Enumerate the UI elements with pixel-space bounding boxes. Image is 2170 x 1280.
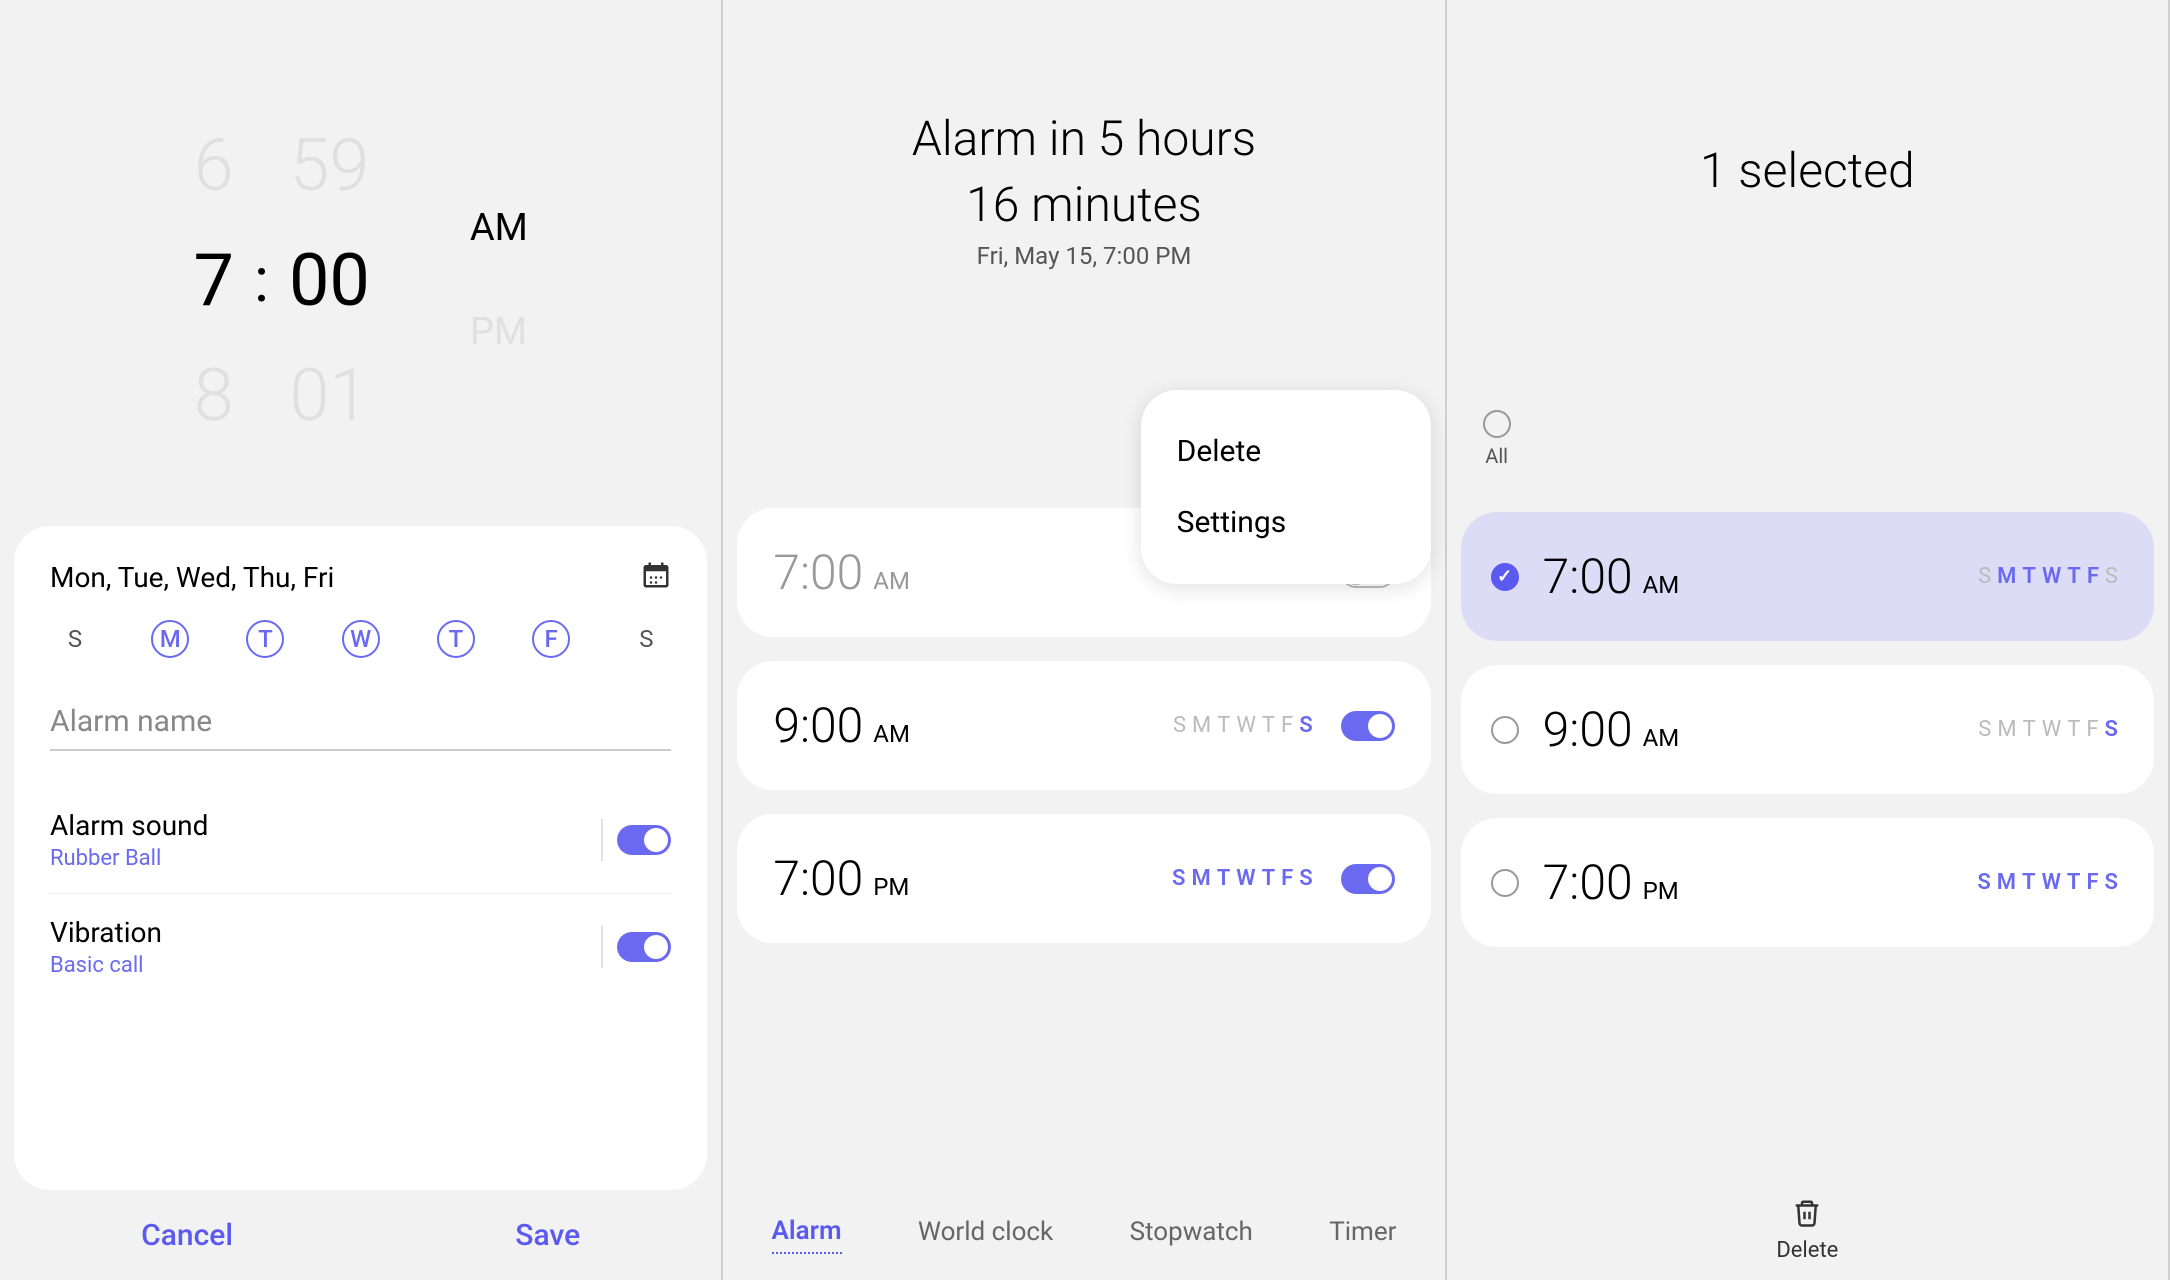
tab-alarm[interactable]: Alarm bbox=[772, 1216, 842, 1254]
alarm-settings-card: Mon, Tue, Wed, Thu, Fri S M T W T F S Alarm so… bbox=[14, 526, 707, 1190]
alarm-header: Alarm in 5 hours 16 minutes Fri, May 15,… bbox=[723, 0, 1444, 380]
alarm-days: SMTWTFS bbox=[1977, 870, 2124, 895]
hour-wheel[interactable]: 6 7 8 bbox=[193, 123, 233, 438]
alarm-toggle[interactable] bbox=[1341, 864, 1395, 894]
alarm-time: 9:00AM bbox=[1543, 701, 1680, 758]
alarm-item[interactable]: 9:00AM SMTWTFS bbox=[737, 661, 1430, 790]
pm-option[interactable]: PM bbox=[470, 310, 528, 354]
day-toggle-1[interactable]: M bbox=[151, 620, 189, 658]
hour-next[interactable]: 8 bbox=[194, 353, 234, 438]
alarm-checkbox[interactable] bbox=[1491, 563, 1519, 591]
vibration-value: Basic call bbox=[50, 953, 162, 978]
select-all-checkbox[interactable] bbox=[1483, 410, 1511, 438]
day-toggle-2[interactable]: T bbox=[246, 620, 284, 658]
hour-prev[interactable]: 6 bbox=[194, 123, 234, 208]
delete-label: Delete bbox=[1776, 1238, 1838, 1263]
edit-actions: Cancel Save bbox=[0, 1190, 721, 1280]
day-toggle-6[interactable]: S bbox=[627, 620, 665, 658]
menu-settings[interactable]: Settings bbox=[1141, 487, 1431, 558]
alarm-sound-label: Alarm sound bbox=[50, 809, 208, 842]
alarm-name-input[interactable] bbox=[50, 704, 671, 751]
alarm-sound-row[interactable]: Alarm sound Rubber Ball bbox=[50, 787, 671, 894]
alarm-select-item[interactable]: 7:00AM SMTWTFS bbox=[1461, 512, 2154, 641]
vibration-label: Vibration bbox=[50, 916, 162, 949]
tab-timer[interactable]: Timer bbox=[1329, 1217, 1396, 1253]
repeat-days-summary: Mon, Tue, Wed, Thu, Fri bbox=[50, 561, 334, 594]
selection-header: 1 selected bbox=[1447, 0, 2168, 340]
menu-delete[interactable]: Delete bbox=[1141, 416, 1431, 487]
alarm-checkbox[interactable] bbox=[1491, 869, 1519, 897]
vibration-toggle[interactable] bbox=[617, 932, 671, 962]
am-option[interactable]: AM bbox=[470, 206, 528, 250]
next-alarm-line2: 16 minutes bbox=[966, 176, 1202, 234]
alarm-sound-toggle[interactable] bbox=[617, 825, 671, 855]
alarm-days: SMTWTFS bbox=[1978, 717, 2124, 742]
alarm-days: SMTWTFS bbox=[1978, 564, 2124, 589]
alarm-sound-value: Rubber Ball bbox=[50, 846, 208, 871]
tab-world-clock[interactable]: World clock bbox=[918, 1217, 1053, 1253]
hour-selected[interactable]: 7 bbox=[193, 238, 233, 323]
alarm-select-item[interactable]: 9:00AM SMTWTFS bbox=[1461, 665, 2154, 794]
alarm-time: 7:00PM bbox=[1543, 854, 1679, 911]
ampm-wheel[interactable]: AM PM bbox=[470, 206, 528, 354]
day-toggle-4[interactable]: T bbox=[437, 620, 475, 658]
alarm-checkbox[interactable] bbox=[1491, 716, 1519, 744]
selection-count: 1 selected bbox=[1700, 142, 1915, 199]
alarm-select-item[interactable]: 7:00PM SMTWTFS bbox=[1461, 818, 2154, 947]
minute-selected[interactable]: 00 bbox=[289, 238, 370, 323]
minute-next[interactable]: 01 bbox=[289, 353, 369, 438]
trash-icon bbox=[1792, 1198, 1822, 1232]
alarm-days: SMTWTFS bbox=[1173, 713, 1319, 738]
divider bbox=[601, 926, 603, 968]
minute-wheel[interactable]: 59 00 01 bbox=[289, 123, 370, 438]
overflow-menu: Delete Settings bbox=[1141, 390, 1431, 584]
vibration-row[interactable]: Vibration Basic call bbox=[50, 894, 671, 1000]
selection-pane: 1 selected All 7:00AM SMTWTFS 9:00AM SMTWTF… bbox=[1447, 0, 2170, 1280]
next-alarm-line1: Alarm in 5 hours bbox=[912, 110, 1256, 168]
bottom-tabs: Alarm World clock Stopwatch Timer bbox=[723, 1200, 1444, 1280]
save-button[interactable]: Save bbox=[515, 1218, 580, 1253]
divider bbox=[601, 819, 603, 861]
cancel-button[interactable]: Cancel bbox=[141, 1218, 233, 1253]
alarm-time: 7:00AM bbox=[1543, 548, 1680, 605]
select-all-label: All bbox=[1485, 444, 1508, 468]
alarm-list-pane: Alarm in 5 hours 16 minutes Fri, May 15,… bbox=[723, 0, 1446, 1280]
alarm-time: 7:00AM bbox=[773, 544, 910, 601]
alarm-toggle[interactable] bbox=[1341, 711, 1395, 741]
next-alarm-date: Fri, May 15, 7:00 PM bbox=[977, 242, 1192, 270]
alarm-days: SMTWTFS bbox=[1172, 866, 1319, 891]
select-all[interactable]: All bbox=[1483, 410, 1511, 468]
day-toggle-3[interactable]: W bbox=[342, 620, 380, 658]
delete-action[interactable]: Delete bbox=[1447, 1180, 2168, 1280]
alarm-time: 7:00PM bbox=[773, 850, 909, 907]
time-picker[interactable]: 6 7 8 : 59 00 01 AM PM bbox=[0, 0, 721, 520]
time-colon: : bbox=[254, 244, 269, 317]
day-selector: SMTWTFS bbox=[50, 620, 671, 658]
alarm-time: 9:00AM bbox=[773, 697, 910, 754]
minute-prev[interactable]: 59 bbox=[289, 123, 369, 208]
alarm-selection-list: 7:00AM SMTWTFS 9:00AM SMTWTFS 7:00PM SMTWTFS bbox=[1447, 340, 2168, 1180]
calendar-icon[interactable] bbox=[641, 560, 671, 594]
day-toggle-0[interactable]: S bbox=[56, 620, 94, 658]
tab-stopwatch[interactable]: Stopwatch bbox=[1130, 1217, 1253, 1253]
edit-alarm-pane: 6 7 8 : 59 00 01 AM PM Mon, Tue, Wed, Th… bbox=[0, 0, 723, 1280]
alarm-item[interactable]: 7:00PM SMTWTFS bbox=[737, 814, 1430, 943]
day-toggle-5[interactable]: F bbox=[532, 620, 570, 658]
